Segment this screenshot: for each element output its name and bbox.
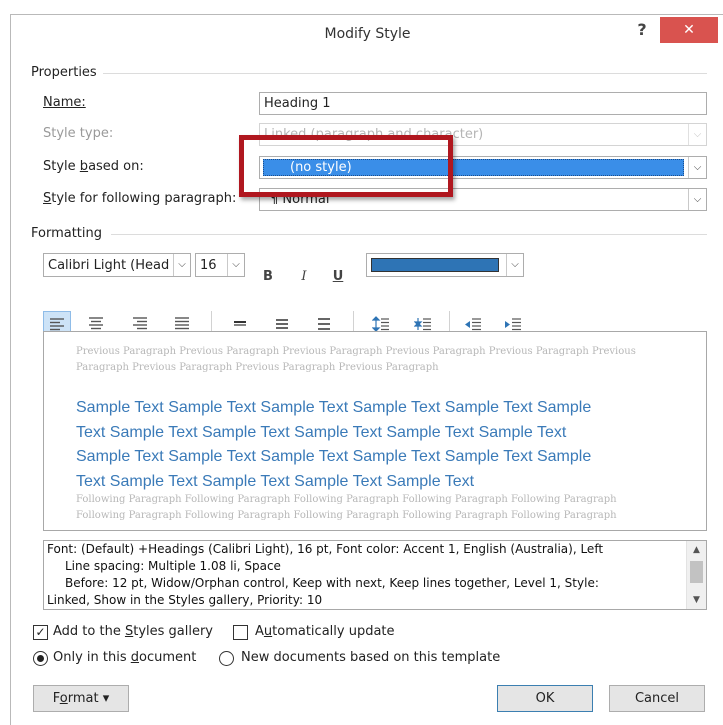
annotation-highlight-box xyxy=(239,135,453,197)
only-this-document-label: Only in this document xyxy=(53,650,197,665)
new-documents-label: New documents based on this template xyxy=(241,650,501,665)
formatting-divider xyxy=(111,234,707,235)
sample-text: Sample Text Sample Text Sample Text Samp… xyxy=(76,396,666,494)
title-bar: Modify Style ? ✕ xyxy=(11,15,723,53)
chevron-down-icon[interactable]: ⌵ xyxy=(173,254,190,276)
font-color-swatch xyxy=(371,258,499,272)
chevron-down-icon[interactable]: ⌵ xyxy=(688,157,706,178)
scroll-thumb[interactable] xyxy=(690,561,703,583)
auto-update-label: Automatically update xyxy=(255,624,395,639)
chevron-down-icon[interactable]: ⌵ xyxy=(227,254,244,276)
style-preview-pane: Previous Paragraph Previous Paragraph Pr… xyxy=(43,331,707,531)
paragraph-spacing-icon xyxy=(414,318,431,331)
bold-button[interactable]: B xyxy=(257,266,279,288)
chevron-down-icon[interactable]: ⌵ xyxy=(688,189,706,210)
name-input[interactable]: Heading 1 xyxy=(259,92,707,115)
style-based-on-label: Style based on: xyxy=(43,159,144,174)
font-name-value: Calibri Light (Head xyxy=(48,258,170,273)
sample-text-line: Text Sample Text Sample Text Sample Text… xyxy=(76,472,475,490)
style-type-label: Style type: xyxy=(43,126,114,141)
italic-button[interactable]: I xyxy=(293,266,315,288)
sample-text-line: Sample Text Sample Text Sample Text Samp… xyxy=(76,448,592,465)
only-this-document-radio[interactable] xyxy=(33,651,48,666)
single-spacing-icon xyxy=(234,321,246,326)
new-documents-radio[interactable] xyxy=(219,651,234,666)
decrease-indent-icon xyxy=(465,318,481,331)
cancel-button[interactable]: Cancel xyxy=(609,685,705,712)
align-right-icon xyxy=(133,317,147,330)
double-spacing-icon xyxy=(318,318,330,330)
style-following-label: Style for following paragraph: xyxy=(43,191,237,206)
style-description-text: Font: (Default) +Headings (Calibri Light… xyxy=(47,541,673,609)
underline-button[interactable]: U xyxy=(327,266,349,288)
chevron-down-icon[interactable]: ▼ xyxy=(687,592,706,608)
description-line: Before: 12 pt, Widow/Orphan control, Kee… xyxy=(65,576,599,590)
style-description-box[interactable]: Font: (Default) +Headings (Calibri Light… xyxy=(43,540,707,610)
one-half-spacing-icon xyxy=(276,319,288,329)
close-button[interactable]: ✕ xyxy=(660,17,718,43)
sample-text-line: Sample Text Sample Text Sample Text Samp… xyxy=(76,399,592,416)
paragraph-spacing-icon xyxy=(372,316,389,332)
modify-style-dialog: Modify Style ? ✕ Properties Name: Headin… xyxy=(10,14,723,725)
help-button[interactable]: ? xyxy=(632,19,652,41)
font-size-value: 16 xyxy=(200,258,217,273)
following-paragraph-text: Following Paragraph Following Paragraph … xyxy=(76,494,617,521)
previous-paragraph-text: Previous Paragraph Previous Paragraph Pr… xyxy=(76,346,636,373)
chevron-down-icon[interactable]: ⌵ xyxy=(506,254,523,276)
font-size-select[interactable]: 16 ⌵ xyxy=(195,253,245,277)
align-center-icon xyxy=(89,317,103,330)
chevron-down-icon: ⌵ xyxy=(688,124,706,145)
font-color-select[interactable]: ⌵ xyxy=(366,253,524,277)
name-label: Name: xyxy=(43,95,86,110)
font-name-select[interactable]: Calibri Light (Head ⌵ xyxy=(43,253,191,277)
description-line: Line spacing: Multiple 1.08 li, Space xyxy=(65,559,281,573)
properties-divider xyxy=(103,73,707,74)
add-to-gallery-checkbox[interactable]: ✓ xyxy=(33,625,48,640)
ok-button[interactable]: OK xyxy=(497,685,593,712)
auto-update-checkbox[interactable] xyxy=(233,625,248,640)
description-line: Linked, Show in the Styles gallery, Prio… xyxy=(47,593,323,607)
format-menu-button[interactable]: Format ▾ xyxy=(33,685,129,712)
radio-dot xyxy=(37,655,44,662)
properties-section-label: Properties xyxy=(31,65,97,80)
sample-text-line: Text Sample Text Sample Text Sample Text… xyxy=(76,423,567,441)
description-scrollbar[interactable]: ▲ ▼ xyxy=(686,541,706,609)
chevron-up-icon[interactable]: ▲ xyxy=(687,542,706,558)
align-left-icon xyxy=(50,318,64,331)
increase-indent-icon xyxy=(505,318,521,331)
formatting-section-label: Formatting xyxy=(31,226,103,241)
description-line: Font: (Default) +Headings (Calibri Light… xyxy=(47,542,604,556)
justify-icon xyxy=(175,317,189,330)
dialog-title: Modify Style xyxy=(324,26,411,42)
add-to-gallery-label: Add to the Styles gallery xyxy=(53,624,214,639)
